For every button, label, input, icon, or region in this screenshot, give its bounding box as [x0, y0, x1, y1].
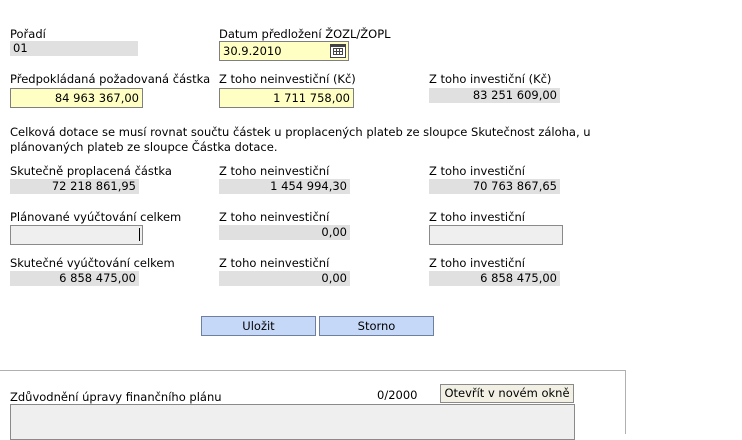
zduvodneni-label: Zdůvodnění úpravy finančního plánu — [10, 390, 222, 404]
panel-top-border — [0, 370, 626, 371]
planovane-inv-input[interactable] — [429, 225, 563, 245]
poradi-value: 01 — [10, 41, 138, 56]
predpokladana-inv-value: 83 251 609,00 — [429, 88, 560, 103]
planovane-neinv-value: 0,00 — [219, 225, 350, 240]
skutecne-proplacena-label: Skutečně proplacená částka — [10, 164, 172, 178]
predpokladana-label: Předpokládaná požadovaná částka — [10, 72, 211, 86]
datum-value: 30.9.2010 — [223, 44, 282, 58]
datum-label: Datum předložení ŽOZL/ŽOPL — [219, 27, 391, 41]
skutecne-proplacena-neinv-label: Z toho neinvestiční — [219, 164, 330, 178]
predpokladana-input[interactable]: 84 963 367,00 — [10, 88, 143, 108]
skutecne-vyuct-value: 6 858 475,00 — [10, 271, 139, 286]
planovane-neinv-label: Z toho neinvestiční — [219, 210, 330, 224]
predpokladana-neinv-label: Z toho neinvestiční (Kč) — [219, 72, 356, 86]
cancel-button[interactable]: Storno — [319, 316, 434, 336]
text-cursor — [139, 228, 140, 241]
skutecne-vyuct-inv-label: Z toho investiční — [429, 256, 525, 270]
skutecne-vyuct-inv-value: 6 858 475,00 — [429, 271, 560, 286]
note-line-1: Celková dotace se musí rovnat součtu čás… — [10, 125, 591, 139]
skutecne-vyuct-label: Skutečné vyúčtování celkem — [10, 256, 175, 270]
skutecne-proplacena-inv-value: 70 763 867,65 — [429, 179, 560, 194]
panel-right-border — [625, 370, 626, 434]
predpokladana-neinv-input[interactable]: 1 711 758,00 — [219, 88, 354, 108]
skutecne-proplacena-neinv-value: 1 454 994,30 — [219, 179, 350, 194]
note-line-2: plánovaných plateb ze sloupce Částka dot… — [10, 140, 278, 154]
planovane-input[interactable] — [10, 225, 143, 245]
save-button[interactable]: Uložit — [201, 316, 316, 336]
skutecne-proplacena-inv-label: Z toho investiční — [429, 164, 525, 178]
predpokladana-inv-label: Z toho investiční (Kč) — [429, 72, 552, 86]
calendar-icon[interactable] — [330, 44, 346, 58]
zduvodneni-textarea[interactable] — [10, 404, 575, 440]
zduvodneni-counter: 0/2000 — [377, 388, 418, 402]
skutecne-vyuct-neinv-label: Z toho neinvestiční — [219, 256, 330, 270]
skutecne-proplacena-value: 72 218 861,95 — [10, 179, 139, 194]
open-new-window-button[interactable]: Otevřít v novém okně — [440, 384, 574, 403]
planovane-label: Plánované vyúčtování celkem — [10, 210, 182, 224]
poradi-label: Pořadí — [10, 27, 46, 41]
planovane-inv-label: Z toho investiční — [429, 210, 525, 224]
skutecne-vyuct-neinv-value: 0,00 — [219, 271, 350, 286]
